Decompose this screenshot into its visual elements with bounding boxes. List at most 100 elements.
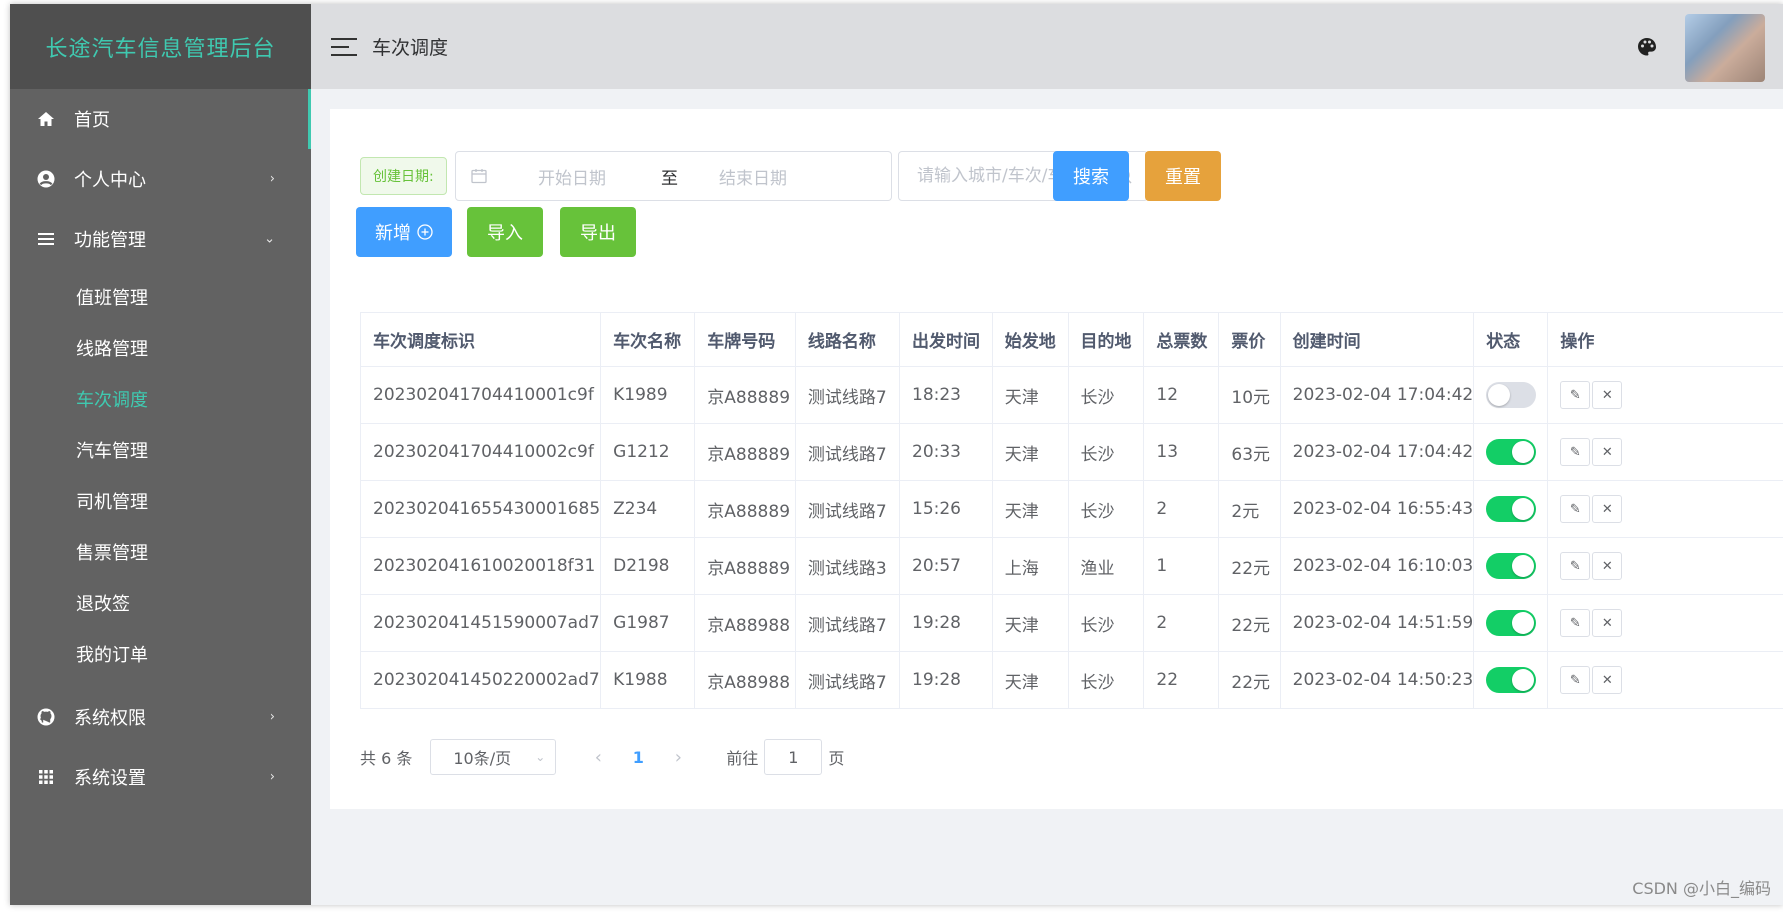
start-date-input[interactable]: 开始日期	[538, 164, 606, 189]
table-header-row: 车次调度标识 车次名称 车牌号码 线路名称 出发时间 始发地 目的地 总票数 票…	[359, 312, 1783, 367]
avatar[interactable]	[1685, 14, 1765, 82]
sidebar-item-duty[interactable]: 值班管理	[10, 271, 311, 322]
next-page-icon[interactable]: ›	[658, 747, 698, 768]
home-icon	[36, 109, 56, 129]
column-header[interactable]: 车次名称	[600, 312, 696, 367]
sidebar-item-settings[interactable]: 系统设置 ›	[10, 747, 311, 807]
table-cell-actions: ✎ ✕	[1547, 423, 1783, 481]
status-toggle[interactable]	[1486, 439, 1537, 465]
delete-icon[interactable]: ✕	[1592, 495, 1623, 523]
sidebar-item-orders[interactable]: 我的订单	[10, 628, 311, 679]
delete-icon[interactable]: ✕	[1592, 552, 1623, 580]
list-icon	[36, 229, 56, 249]
import-button[interactable]: 导入	[467, 207, 543, 257]
table-cell-tickets: 12	[1143, 366, 1220, 424]
column-header[interactable]: 操作	[1547, 312, 1783, 367]
goto-page-input[interactable]	[764, 739, 823, 775]
sidebar-item-dispatch[interactable]: 车次调度	[10, 373, 311, 424]
column-header[interactable]: 出发时间	[899, 312, 993, 367]
prev-page-icon[interactable]: ‹	[578, 747, 618, 768]
table-row[interactable]: 202302041704410002c9f G1212 京A88889 测试线路7 20…	[359, 423, 1783, 481]
sidebar: 长途汽车信息管理后台 首页 个人中心 › 功能管理 ⌄ 值班管理 线路管理 车次…	[10, 4, 311, 905]
table-cell-created: 2023-02-04 16:55:43	[1280, 480, 1475, 538]
table-cell-depart: 19:28	[899, 651, 993, 709]
sidebar-item-profile[interactable]: 个人中心 ›	[10, 149, 311, 209]
column-header[interactable]: 车牌号码	[694, 312, 796, 367]
sidebar-item-buses[interactable]: 汽车管理	[10, 424, 311, 475]
table-cell-name: K1988	[600, 651, 696, 709]
table-cell-to: 长沙	[1068, 594, 1145, 652]
main-content-card: 创建日期: 开始日期 至 结束日期 搜索 重置 新增 导入 导出	[330, 109, 1783, 809]
edit-icon[interactable]: ✎	[1560, 438, 1591, 466]
table-cell-id: 202302041450220002ad7	[359, 651, 602, 709]
table-cell-from: 上海	[992, 537, 1069, 595]
calendar-icon	[471, 169, 487, 184]
add-button[interactable]: 新增	[356, 207, 452, 257]
goto-suffix: 页	[828, 749, 845, 768]
delete-icon[interactable]: ✕	[1592, 609, 1623, 637]
page-size-select[interactable]: 10条/页 ⌄	[430, 739, 557, 775]
table-cell-status	[1473, 480, 1549, 538]
chevron-down-icon: ⌄	[535, 750, 546, 764]
sidebar-item-label: 功能管理	[74, 230, 146, 251]
table-cell-from: 天津	[992, 366, 1069, 424]
table-cell-name: Z234	[600, 480, 696, 538]
table-cell-depart: 19:28	[899, 594, 993, 652]
edit-icon[interactable]: ✎	[1560, 495, 1591, 523]
column-header[interactable]: 票价	[1218, 312, 1281, 367]
edit-icon[interactable]: ✎	[1560, 381, 1591, 409]
palette-icon[interactable]	[1637, 37, 1657, 57]
sidebar-item-refunds[interactable]: 退改签	[10, 577, 311, 628]
app-title: 长途汽车信息管理后台	[10, 4, 311, 89]
column-header[interactable]: 线路名称	[795, 312, 901, 367]
sidebar-item-permissions[interactable]: 系统权限 ›	[10, 687, 311, 747]
end-date-input[interactable]: 结束日期	[719, 164, 787, 189]
sidebar-item-tickets[interactable]: 售票管理	[10, 526, 311, 577]
status-toggle[interactable]	[1486, 382, 1537, 408]
table-cell-price: 2元	[1218, 480, 1281, 538]
sidebar-item-home[interactable]: 首页	[10, 89, 311, 149]
page-title: 车次调度	[372, 37, 449, 59]
table-cell-from: 天津	[992, 594, 1069, 652]
table-row[interactable]: 202302041450220002ad7 K1988 京A88988 测试线路7 19…	[359, 651, 1783, 709]
status-toggle[interactable]	[1486, 667, 1537, 693]
sidebar-item-routes[interactable]: 线路管理	[10, 322, 311, 373]
sidebar-item-drivers[interactable]: 司机管理	[10, 475, 311, 526]
table-cell-id: 202302041655430001685	[359, 480, 602, 538]
delete-icon[interactable]: ✕	[1592, 381, 1623, 409]
reset-button[interactable]: 重置	[1145, 151, 1221, 201]
date-range-picker[interactable]: 开始日期 至 结束日期	[455, 151, 892, 201]
column-header[interactable]: 创建时间	[1280, 312, 1475, 367]
edit-icon[interactable]: ✎	[1560, 552, 1591, 580]
delete-icon[interactable]: ✕	[1592, 666, 1623, 694]
column-header[interactable]: 始发地	[992, 312, 1069, 367]
column-header[interactable]: 总票数	[1143, 312, 1220, 367]
export-button[interactable]: 导出	[560, 207, 636, 257]
sidebar-item-functions[interactable]: 功能管理 ⌄	[10, 209, 311, 269]
search-button[interactable]: 搜索	[1053, 151, 1129, 201]
table-row[interactable]: 202302041451590007ad7 G1987 京A88988 测试线路7 19…	[359, 594, 1783, 652]
table-cell-depart: 18:23	[899, 366, 993, 424]
table-cell-route: 测试线路7	[795, 480, 901, 538]
table-cell-depart: 15:26	[899, 480, 993, 538]
table-row[interactable]: 202302041704410001c9f K1989 京A88889 测试线路7 18…	[359, 366, 1783, 424]
edit-icon[interactable]: ✎	[1560, 609, 1591, 637]
table-cell-created: 2023-02-04 16:10:03	[1280, 537, 1475, 595]
table-row[interactable]: 202302041655430001685 Z234 京A88889 测试线路7 15:…	[359, 480, 1783, 538]
column-header[interactable]: 状态	[1473, 312, 1549, 367]
table-row[interactable]: 202302041610020018f31 D2198 京A88889 测试线路3 20…	[359, 537, 1783, 595]
column-header[interactable]: 目的地	[1068, 312, 1145, 367]
delete-icon[interactable]: ✕	[1592, 438, 1623, 466]
status-toggle[interactable]	[1486, 496, 1537, 522]
edit-icon[interactable]: ✎	[1560, 666, 1591, 694]
chevron-right-icon: ›	[269, 769, 275, 785]
column-header[interactable]: 车次调度标识	[359, 312, 602, 367]
table-cell-actions: ✎ ✕	[1547, 594, 1783, 652]
table-cell-to: 长沙	[1068, 366, 1145, 424]
status-toggle[interactable]	[1486, 553, 1537, 579]
hamburger-menu-icon[interactable]	[331, 37, 357, 56]
page-number[interactable]: 1	[618, 748, 658, 767]
page-size-value: 10条/页	[453, 749, 512, 768]
status-toggle[interactable]	[1486, 610, 1537, 636]
table-cell-status	[1473, 537, 1549, 595]
